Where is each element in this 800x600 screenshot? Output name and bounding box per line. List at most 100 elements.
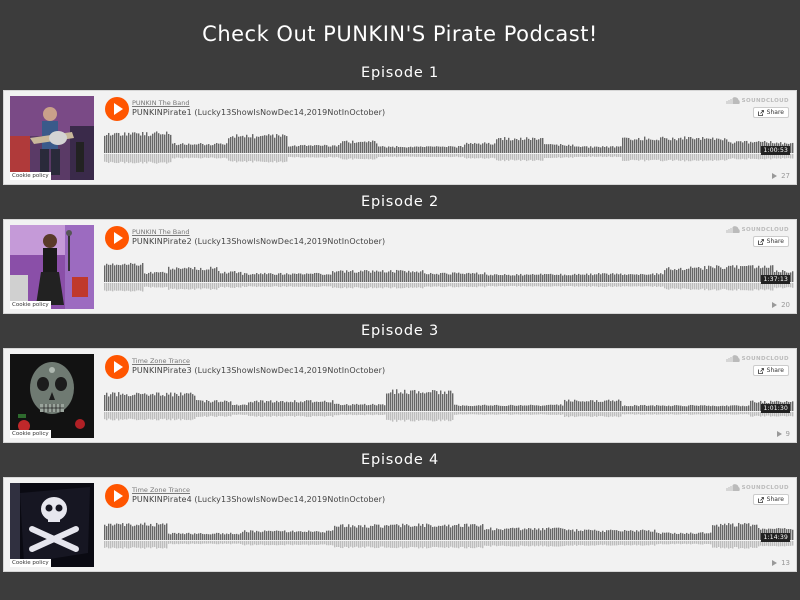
waveform-reflection-bar (184, 154, 186, 158)
artist-link[interactable]: PUNKIN The Band (132, 228, 190, 236)
waveform-reflection-bar (656, 412, 658, 415)
waveform-bar (652, 531, 654, 540)
waveform-bar (704, 266, 706, 282)
waveform-bar (138, 133, 140, 153)
waveform-reflection-bar (104, 283, 106, 291)
waveform-bar (524, 405, 526, 411)
waveform-bar (216, 267, 218, 282)
waveform-reflection-bar (178, 541, 180, 545)
waveform-reflection-bar (504, 154, 506, 162)
waveform-reflection-bar (502, 541, 504, 546)
share-icon (757, 109, 764, 116)
waveform-bar (456, 404, 458, 411)
waveform[interactable] (104, 512, 794, 556)
waveform-bar (276, 530, 278, 540)
waveform-bar (282, 531, 284, 540)
waveform-bar (468, 526, 470, 540)
waveform-bar (446, 273, 448, 282)
artist-link[interactable]: PUNKIN The Band (132, 99, 190, 107)
share-button[interactable]: Share (752, 236, 789, 247)
waveform[interactable] (104, 254, 794, 298)
play-button[interactable] (105, 97, 129, 121)
waveform-bar (136, 133, 138, 153)
waveform-reflection-bar (274, 283, 276, 287)
waveform-reflection-bar (512, 541, 514, 547)
waveform-bar (340, 270, 342, 282)
waveform[interactable] (104, 383, 794, 427)
soundcloud-logo[interactable]: SOUNDCLOUD (726, 97, 789, 104)
waveform-bar (168, 266, 170, 282)
play-count-icon (772, 302, 778, 308)
play-count: 13 (772, 559, 790, 567)
waveform-bar (330, 274, 332, 282)
episode-artwork[interactable]: Cookie policy (10, 96, 94, 180)
artist-link[interactable]: Time Zone Trance (132, 357, 190, 365)
waveform-bar (728, 523, 730, 540)
cookie-policy-link[interactable]: Cookie policy (10, 430, 51, 438)
track-title[interactable]: PUNKINPirate2 (Lucky13ShowIsNowDec14,201… (132, 237, 385, 246)
episode-artwork[interactable]: Cookie policy (10, 354, 94, 438)
waveform-reflection-bar (134, 541, 136, 548)
jolly-roger-flag-icon (10, 483, 94, 567)
waveform-reflection-bar (196, 283, 198, 289)
waveform-reflection-bar (284, 541, 286, 546)
waveform-reflection-bar (382, 283, 384, 289)
soundcloud-logo[interactable]: SOUNDCLOUD (726, 226, 789, 233)
waveform-bar (234, 271, 236, 282)
share-button[interactable]: Share (752, 365, 789, 376)
episode-artwork[interactable]: Cookie policy (10, 225, 94, 309)
waveform-bar (302, 402, 304, 411)
waveform-reflection-bar (330, 154, 332, 157)
waveform-reflection-bar (224, 541, 226, 544)
cookie-policy-link[interactable]: Cookie policy (10, 301, 51, 309)
waveform-bar (150, 523, 152, 540)
waveform-bar (654, 140, 656, 153)
cookie-policy-link[interactable]: Cookie policy (10, 172, 51, 180)
waveform-reflection-bar (706, 154, 708, 161)
play-button[interactable] (105, 226, 129, 250)
waveform-bar (482, 404, 484, 411)
cookie-policy-link[interactable]: Cookie policy (10, 559, 51, 567)
waveform-reflection-bar (148, 283, 150, 288)
play-button[interactable] (105, 484, 129, 508)
play-button[interactable] (105, 355, 129, 379)
episode-artwork[interactable]: Cookie policy (10, 483, 94, 567)
waveform-reflection-bar (408, 412, 410, 420)
waveform-bar (198, 533, 200, 540)
soundcloud-logo[interactable]: SOUNDCLOUD (726, 355, 789, 362)
waveform-reflection-bar (718, 283, 720, 291)
waveform-bar (124, 263, 126, 282)
waveform-reflection-bar (622, 154, 624, 161)
waveform-bar (354, 272, 356, 282)
waveform-reflection-bar (506, 541, 508, 547)
track-title[interactable]: PUNKINPirate1 (Lucky13ShowIsNowDec14,201… (132, 108, 385, 117)
waveform-reflection-bar (298, 541, 300, 545)
share-button[interactable]: Share (752, 494, 789, 505)
waveform-bar (378, 524, 380, 540)
waveform-reflection-bar (328, 154, 330, 157)
waveform-bar (260, 273, 262, 282)
waveform-bar (364, 270, 366, 282)
waveform-bar (456, 273, 458, 282)
waveform-reflection-bar (380, 541, 382, 547)
waveform-reflection-bar (404, 541, 406, 548)
waveform-reflection-bar (732, 154, 734, 159)
waveform-reflection-bar (284, 283, 286, 287)
waveform-reflection-bar (330, 283, 332, 287)
share-button[interactable]: Share (752, 107, 789, 118)
artist-link[interactable]: Time Zone Trance (132, 486, 190, 494)
waveform-reflection-bar (238, 412, 240, 415)
waveform-bar (620, 531, 622, 540)
track-title[interactable]: PUNKINPirate4 (Lucky13ShowIsNowDec14,201… (132, 495, 385, 504)
waveform-bar (398, 525, 400, 540)
waveform-reflection-bar (110, 154, 112, 162)
waveform-bar (256, 530, 258, 540)
waveform-bar (542, 405, 544, 411)
soundcloud-logo[interactable]: SOUNDCLOUD (726, 484, 789, 491)
waveform-reflection-bar (144, 541, 146, 549)
track-title[interactable]: PUNKINPirate3 (Lucky13ShowIsNowDec14,201… (132, 366, 385, 375)
waveform-bar (106, 526, 108, 540)
waveform-reflection-bar (570, 412, 572, 417)
waveform[interactable] (104, 125, 794, 169)
waveform-reflection-bar (688, 283, 690, 290)
